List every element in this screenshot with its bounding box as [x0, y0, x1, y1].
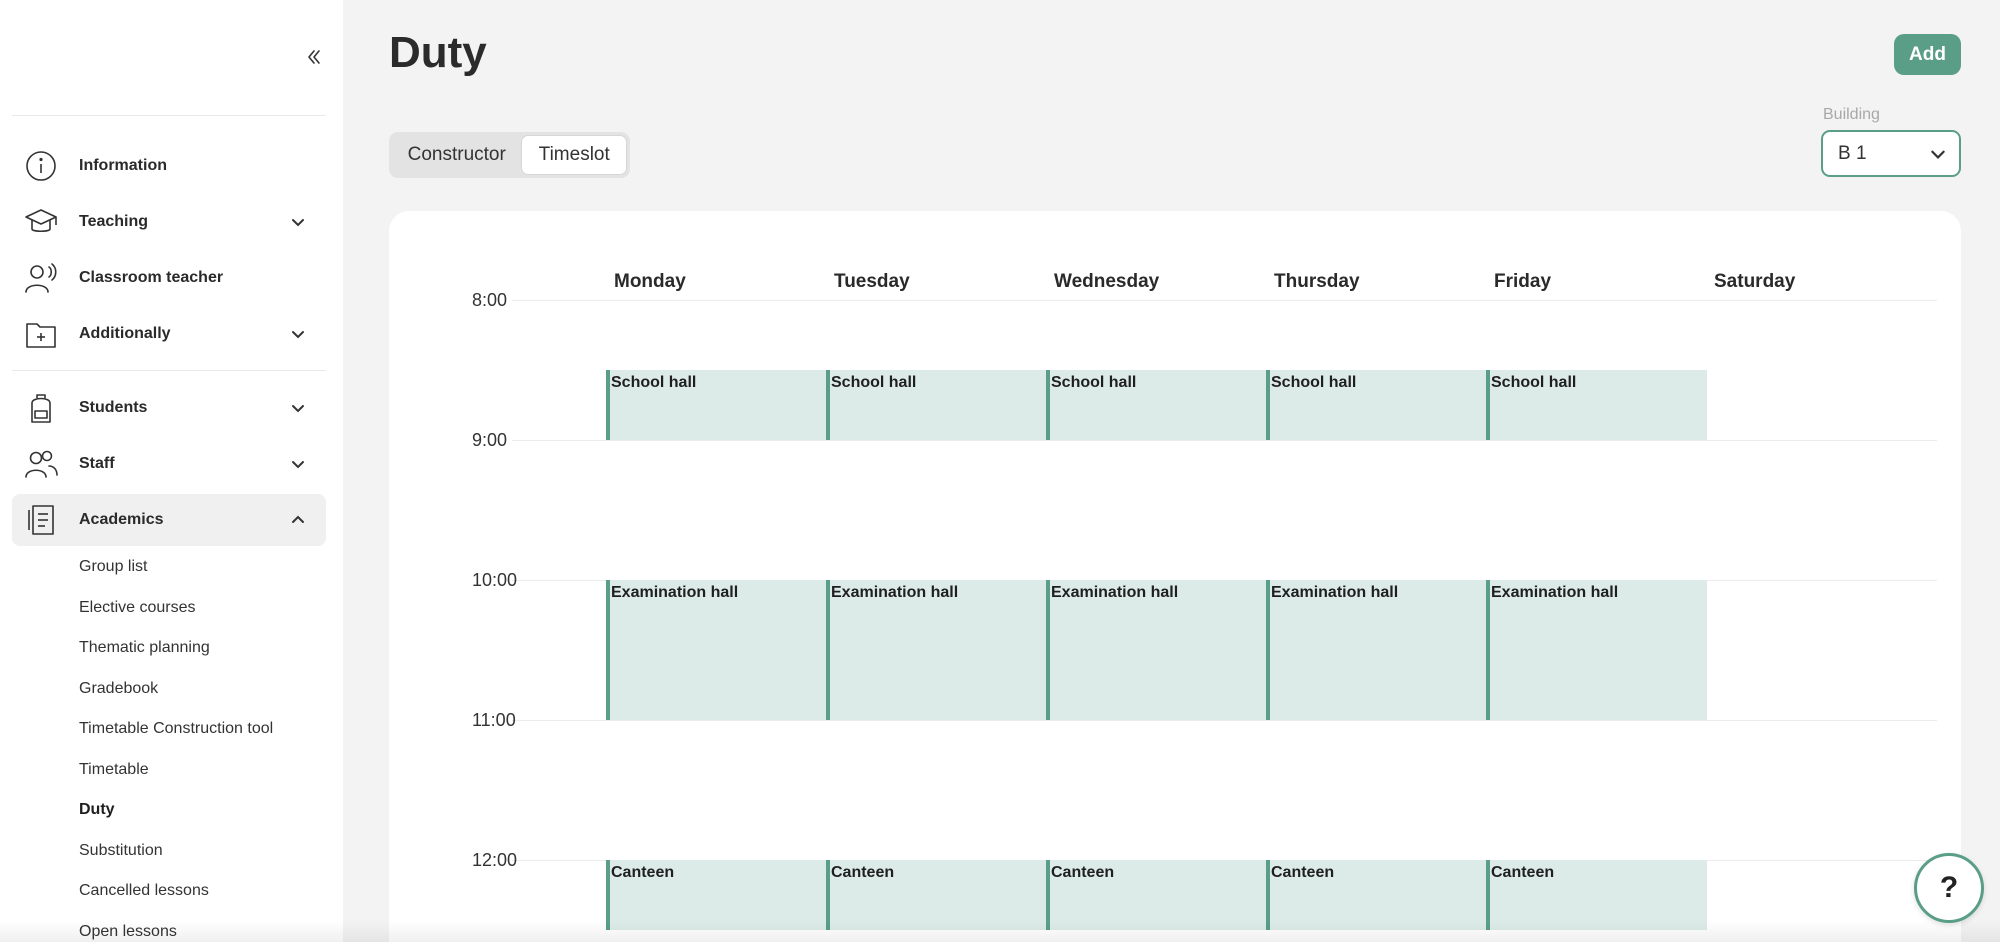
subnav-cancelled-lessons[interactable]: Cancelled lessons [79, 882, 209, 900]
graduation-cap-icon [24, 205, 58, 239]
duty-event[interactable]: Canteen [826, 860, 1047, 930]
subnav-gradebook[interactable]: Gradebook [79, 680, 158, 698]
duty-event-label: School hall [611, 374, 697, 391]
duty-event[interactable]: Canteen [606, 860, 827, 930]
time-label: 10:00 [472, 570, 518, 590]
folder-plus-icon [24, 317, 58, 351]
chevron-down-icon [288, 398, 308, 418]
duty-event[interactable]: Canteen [1266, 860, 1487, 930]
sidebar-divider [12, 370, 326, 371]
backpack-icon [24, 391, 58, 425]
chevron-down-icon [288, 324, 308, 344]
hour-line [512, 440, 1937, 441]
duty-event[interactable]: Canteen [1046, 860, 1267, 930]
sidebar-item-additionally[interactable]: Additionally [12, 308, 326, 360]
duty-event[interactable]: Examination hall [606, 580, 827, 720]
duty-event-label: Examination hall [611, 584, 739, 601]
time-label: 8:00 [472, 290, 508, 310]
duty-event-label: Canteen [1051, 864, 1115, 881]
duty-event-label: Canteen [611, 864, 675, 881]
duty-event-label: Examination hall [1271, 584, 1399, 601]
duty-event[interactable]: Examination hall [1266, 580, 1487, 720]
duty-event[interactable]: Canteen [1486, 860, 1707, 930]
people-icon [24, 447, 58, 481]
time-label: 9:00 [472, 430, 508, 450]
help-button[interactable]: ? [1914, 853, 1984, 923]
subnav-thematic-planning[interactable]: Thematic planning [79, 639, 210, 657]
duty-event[interactable]: School hall [1046, 370, 1267, 440]
sidebar-item-students[interactable]: Students [12, 382, 326, 434]
sidebar-item-label: Students [79, 399, 148, 416]
sidebar-item-label: Information [79, 157, 167, 174]
duty-event-label: School hall [831, 374, 917, 391]
duty-event-label: Canteen [1271, 864, 1335, 881]
duty-event-label: Canteen [1491, 864, 1555, 881]
document-list-icon [24, 503, 58, 537]
hour-line [512, 300, 1937, 301]
building-select[interactable]: B 1 [1821, 130, 1961, 177]
view-toggle: Constructor Timeslot [389, 132, 630, 178]
subnav-group-list[interactable]: Group list [79, 558, 147, 576]
sidebar-divider [12, 115, 326, 116]
duty-event-label: Examination hall [831, 584, 959, 601]
collapse-sidebar-button[interactable] [300, 42, 328, 72]
subnav-open-lessons[interactable]: Open lessons [79, 923, 177, 941]
person-speaking-icon [24, 261, 58, 295]
sidebar-item-information[interactable]: Information [12, 140, 326, 192]
sidebar-item-label: Classroom teacher [79, 269, 224, 286]
building-value: B 1 [1838, 142, 1867, 164]
chevron-down-icon [288, 212, 308, 232]
sidebar-item-label: Additionally [79, 325, 171, 342]
sidebar-item-classroom-teacher[interactable]: Classroom teacher [12, 252, 326, 304]
sidebar-item-label: Teaching [79, 213, 149, 230]
duty-event[interactable]: School hall [1266, 370, 1487, 440]
sidebar-item-label: Academics [79, 511, 164, 528]
sidebar-item-academics[interactable]: Academics [12, 494, 326, 546]
time-label: 11:00 [472, 710, 516, 730]
building-label: Building [1823, 106, 1880, 123]
day-header-thursday: Thursday [1274, 271, 1360, 292]
chevron-up-icon [288, 510, 308, 530]
time-label: 12:00 [472, 850, 518, 870]
toggle-timeslot[interactable]: Timeslot [521, 135, 627, 175]
duty-event[interactable]: Examination hall [1046, 580, 1267, 720]
toggle-constructor[interactable]: Constructor [392, 135, 521, 175]
duty-event-label: Canteen [831, 864, 895, 881]
chevron-down-icon [288, 454, 308, 474]
info-icon [24, 149, 58, 183]
calendar-card: Monday Tuesday Wednesday Thursday Friday… [389, 211, 1961, 942]
sidebar-item-teaching[interactable]: Teaching [12, 196, 326, 248]
sidebar-item-label: Staff [79, 455, 115, 472]
day-header-saturday: Saturday [1714, 271, 1796, 292]
subnav-elective-courses[interactable]: Elective courses [79, 599, 196, 617]
double-chevron-left-icon [308, 50, 320, 64]
duty-event-label: School hall [1271, 374, 1357, 391]
page-title: Duty [389, 28, 487, 77]
duty-event[interactable]: School hall [826, 370, 1047, 440]
duty-event-label: School hall [1051, 374, 1137, 391]
duty-event-label: Examination hall [1051, 584, 1179, 601]
hour-line [512, 720, 1937, 721]
chevron-down-icon [1929, 145, 1947, 169]
duty-event[interactable]: Examination hall [1486, 580, 1707, 720]
subnav-substitution[interactable]: Substitution [79, 842, 163, 860]
subnav-timetable-construction-tool[interactable]: Timetable Construction tool [79, 720, 273, 738]
day-header-monday: Monday [614, 271, 686, 292]
sidebar-item-staff[interactable]: Staff [12, 438, 326, 490]
add-button[interactable]: Add [1894, 34, 1961, 75]
sidebar: Information Teaching Classroom teacher A… [0, 0, 343, 942]
duty-event[interactable]: Examination hall [826, 580, 1047, 720]
day-header-tuesday: Tuesday [834, 271, 910, 292]
duty-event-label: School hall [1491, 374, 1577, 391]
subnav-duty[interactable]: Duty [79, 801, 115, 819]
subnav-timetable[interactable]: Timetable [79, 761, 149, 779]
day-header-friday: Friday [1494, 271, 1552, 292]
duty-event[interactable]: School hall [606, 370, 827, 440]
duty-event-label: Examination hall [1491, 584, 1619, 601]
day-header-wednesday: Wednesday [1054, 271, 1160, 292]
duty-event[interactable]: School hall [1486, 370, 1707, 440]
